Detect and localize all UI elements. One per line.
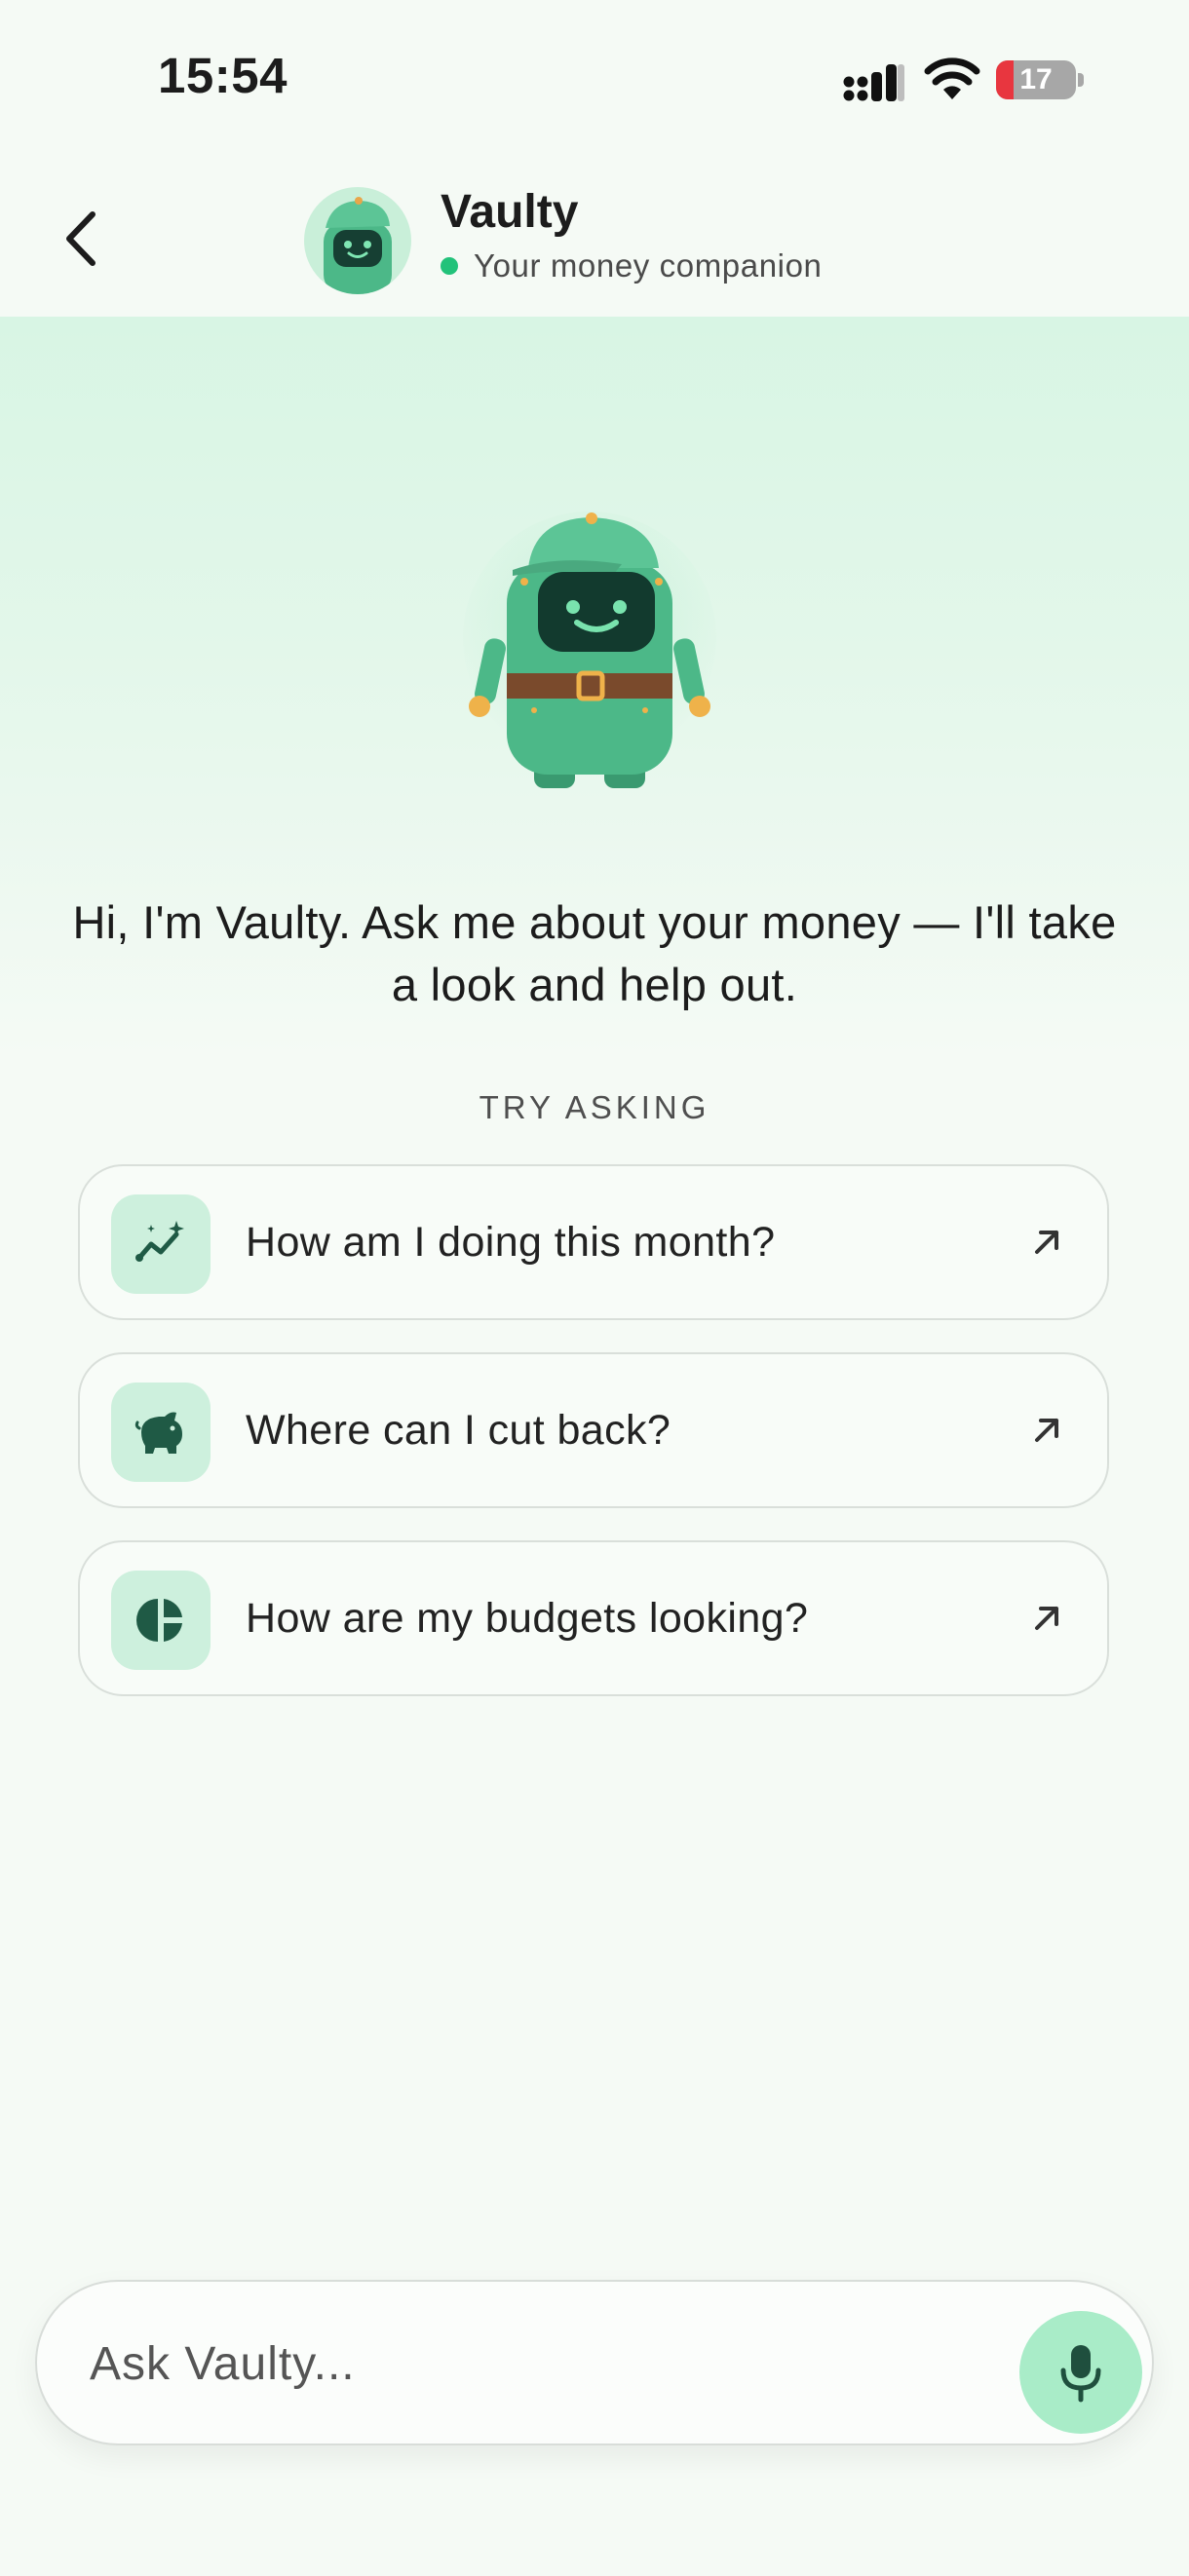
piggy-bank-icon — [134, 1412, 182, 1454]
microphone-button[interactable] — [1019, 2311, 1142, 2434]
try-asking-label: TRY ASKING — [479, 1089, 710, 1125]
suggestion-monthly-overview[interactable]: How am I doing this month? — [78, 1164, 1109, 1320]
arrow-up-right-icon — [1035, 1607, 1058, 1630]
cellular-signal-icon — [843, 64, 904, 101]
suggestion-budgets[interactable]: How are my budgets looking? — [78, 1540, 1109, 1696]
assistant-name: Vaulty — [441, 186, 579, 238]
robot-avatar-icon — [324, 197, 392, 294]
greeting-message: Hi, I'm Vaulty. Ask me about your money … — [72, 896, 1117, 1010]
arrow-up-right-icon — [1035, 1419, 1058, 1442]
avatar[interactable] — [304, 187, 411, 294]
back-button[interactable] — [47, 205, 115, 273]
chat-header: Vaulty Your money companion — [0, 146, 1189, 317]
battery-level-text: 17 — [1019, 63, 1053, 95]
wifi-icon — [924, 57, 980, 99]
suggestion-label: Where can I cut back? — [246, 1407, 671, 1454]
microphone-icon — [1060, 2345, 1101, 2403]
sparkle-trend-icon — [135, 1221, 184, 1262]
pie-chart-icon — [136, 1599, 182, 1642]
suggestion-label: How are my budgets looking? — [246, 1595, 809, 1642]
assistant-subtitle: Your money companion — [474, 247, 823, 284]
message-input[interactable] — [88, 2282, 969, 2445]
suggestion-label: How am I doing this month? — [246, 1219, 776, 1266]
chevron-left-icon — [66, 211, 96, 266]
status-time: 15:54 — [158, 48, 288, 103]
welcome-hero: Hi, I'm Vaulty. Ask me about your money … — [0, 317, 1189, 1057]
suggestion-cut-back[interactable]: Where can I cut back? — [78, 1352, 1109, 1508]
arrow-up-right-icon — [1035, 1231, 1058, 1254]
online-status-dot — [441, 257, 458, 275]
status-bar: 15:54 17 — [0, 0, 1189, 146]
battery-indicator: 17 — [996, 57, 1084, 101]
robot-mascot-icon — [463, 511, 716, 788]
message-composer — [35, 2280, 1154, 2445]
